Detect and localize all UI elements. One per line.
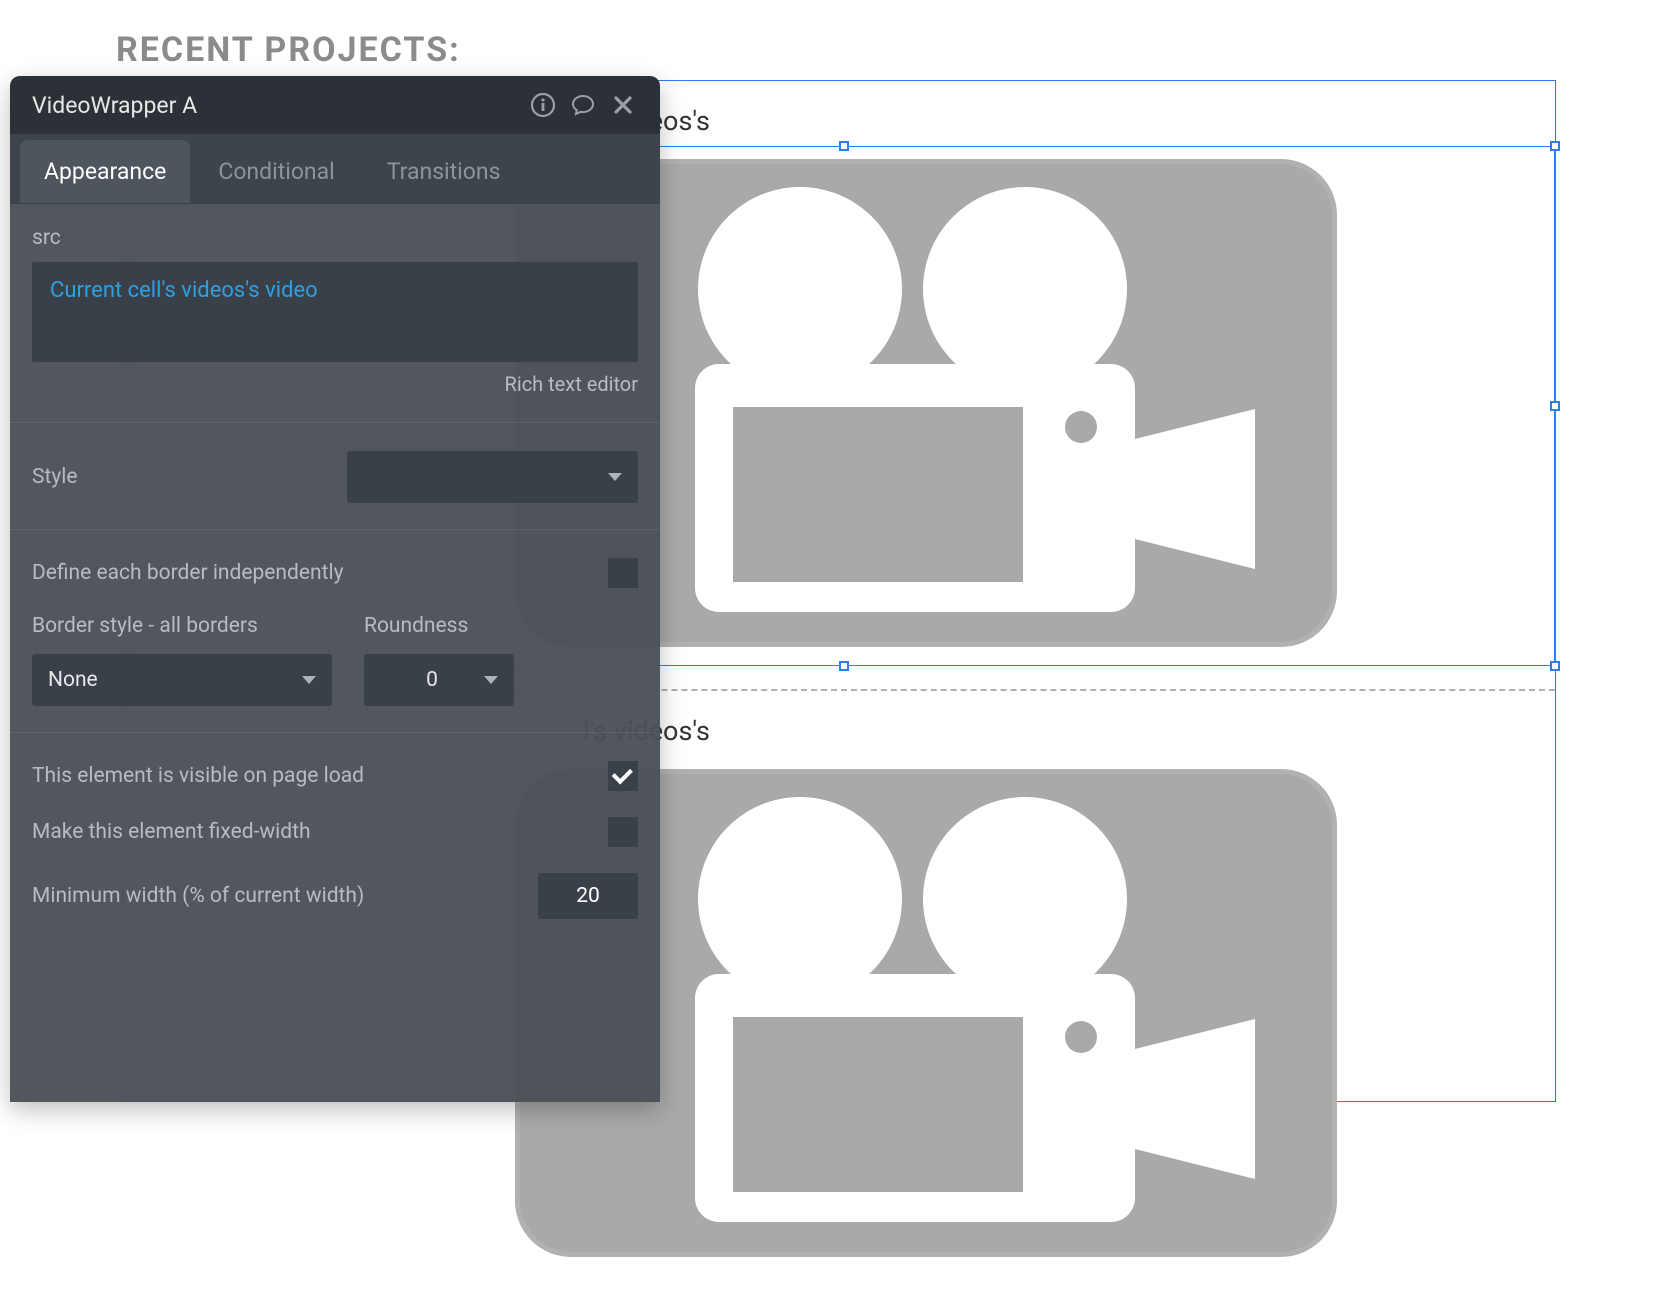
min-width-label: Minimum width (% of current width) [32,884,522,908]
style-select[interactable] [347,451,638,503]
section-visibility: This element is visible on page load Mak… [10,733,660,945]
section-borders: Define each border independently Border … [10,530,660,733]
properties-panel[interactable]: VideoWrapper A Appearance Conditional Tr… [10,76,660,1102]
define-each-border-checkbox[interactable] [608,558,638,588]
rich-text-editor-link[interactable]: Rich text editor [32,372,638,396]
section-style: Style [10,423,660,530]
border-style-select[interactable]: None [32,654,332,706]
info-icon[interactable] [528,90,558,120]
src-expression-value: Current cell's videos's video [50,278,318,303]
page-heading: RECENT PROJECTS: [116,30,461,70]
visible-on-load-label: This element is visible on page load [32,764,592,788]
visible-on-load-checkbox[interactable] [608,761,638,791]
panel-titlebar[interactable]: VideoWrapper A [10,76,660,134]
min-width-input[interactable]: 20 [538,873,638,919]
chevron-down-icon [302,676,316,684]
src-label: src [32,226,638,250]
style-label: Style [32,465,291,489]
chevron-down-icon [608,473,622,481]
border-style-value: None [48,668,302,692]
roundness-label: Roundness [364,614,514,638]
close-icon[interactable] [608,90,638,120]
roundness-select[interactable]: 0 [364,654,514,706]
fixed-width-checkbox[interactable] [608,817,638,847]
panel-tabs: Appearance Conditional Transitions [10,134,660,204]
panel-title: VideoWrapper A [32,92,518,119]
roundness-value: 0 [380,668,484,692]
comment-icon[interactable] [568,90,598,120]
src-expression-input[interactable]: Current cell's videos's video [32,262,638,362]
chevron-down-icon [484,676,498,684]
define-each-border-label: Define each border independently [32,561,592,585]
tab-appearance[interactable]: Appearance [20,140,190,203]
tab-conditional[interactable]: Conditional [194,140,358,203]
tab-transitions[interactable]: Transitions [363,140,525,203]
fixed-width-label: Make this element fixed-width [32,820,592,844]
section-src: src Current cell's videos's video Rich t… [10,204,660,423]
border-style-label: Border style - all borders [32,614,332,638]
